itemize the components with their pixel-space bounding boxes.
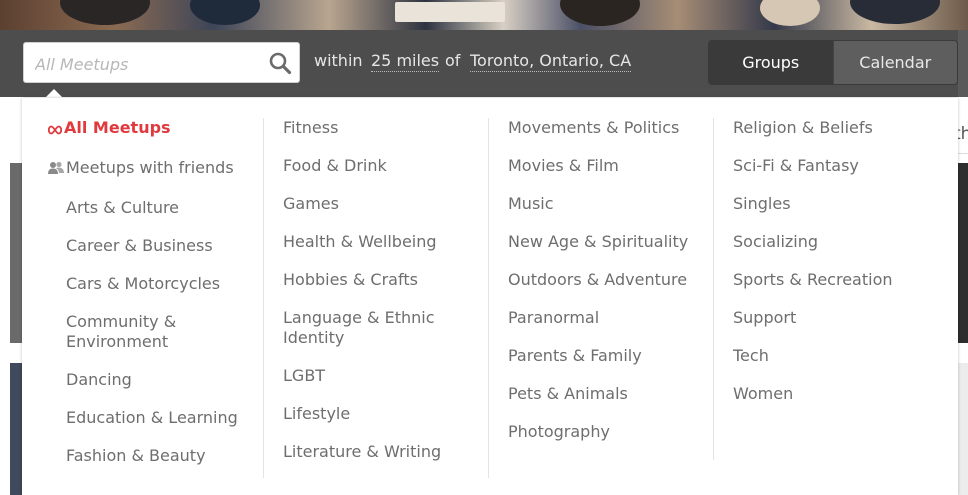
background-card xyxy=(958,163,968,343)
search-box xyxy=(23,42,300,83)
category-column-2: Fitness Food & Drink Games Health & Well… xyxy=(263,118,483,478)
category-column-1: All Meetups Meetups with friends Arts & … xyxy=(47,118,258,484)
category-column-4: Religion & Beliefs Sci-Fi & Fantasy Sing… xyxy=(713,118,933,460)
category-item[interactable]: Music xyxy=(508,194,708,214)
background-divider xyxy=(958,153,968,154)
category-item[interactable]: Paranormal xyxy=(508,308,708,328)
category-item[interactable]: Fashion & Beauty xyxy=(48,446,258,466)
category-item[interactable]: Fitness xyxy=(283,118,483,138)
location-selector[interactable]: Toronto, Ontario, CA xyxy=(470,51,632,72)
category-item[interactable]: Pets & Animals xyxy=(508,384,708,404)
category-label: All Meetups xyxy=(64,118,171,137)
category-item[interactable]: Socializing xyxy=(733,232,933,252)
category-item[interactable]: Career & Business xyxy=(48,236,258,256)
category-item[interactable]: Lifestyle xyxy=(283,404,483,424)
category-item[interactable]: Community & Environment xyxy=(48,312,206,352)
category-item-meetups-with-friends[interactable]: Meetups with friends xyxy=(48,158,258,180)
search-band-edge xyxy=(958,30,968,97)
category-item[interactable]: Education & Learning xyxy=(48,408,258,428)
category-item[interactable]: Literature & Writing xyxy=(283,442,483,462)
category-item[interactable]: Religion & Beliefs xyxy=(733,118,933,138)
distance-selector[interactable]: 25 miles xyxy=(371,51,440,72)
category-item-all-meetups[interactable]: All Meetups xyxy=(47,118,258,140)
category-item[interactable]: Outdoors & Adventure xyxy=(508,270,708,290)
search-input[interactable] xyxy=(33,49,262,79)
category-label: Meetups with friends xyxy=(66,158,234,177)
category-item[interactable]: Women xyxy=(733,384,933,404)
friends-icon xyxy=(48,160,64,180)
category-item[interactable]: Health & Wellbeing xyxy=(283,232,483,252)
category-item[interactable]: New Age & Spirituality xyxy=(508,232,708,252)
calendar-tab[interactable]: Calendar xyxy=(832,41,957,84)
search-icon[interactable] xyxy=(268,51,292,75)
category-item[interactable]: Dancing xyxy=(48,370,258,390)
category-item[interactable]: LGBT xyxy=(283,366,483,386)
background-card xyxy=(10,163,22,343)
infinity-icon xyxy=(47,120,63,140)
category-item[interactable]: Sci-Fi & Fantasy xyxy=(733,156,933,176)
of-label: of xyxy=(445,51,461,70)
category-item[interactable]: Arts & Culture xyxy=(48,198,258,218)
background-card xyxy=(10,363,22,495)
category-item[interactable]: Hobbies & Crafts xyxy=(283,270,483,290)
view-toggle: Groups Calendar xyxy=(708,40,958,85)
category-item[interactable]: Language & Ethnic Identity xyxy=(283,308,448,348)
category-item[interactable]: Cars & Motorcycles xyxy=(48,274,258,294)
category-item[interactable]: Games xyxy=(283,194,483,214)
category-item[interactable]: Food & Drink xyxy=(283,156,483,176)
within-label: within xyxy=(314,51,363,70)
category-dropdown: All Meetups Meetups with friends Arts & … xyxy=(22,98,958,495)
background-card xyxy=(958,363,968,495)
category-item[interactable]: Photography xyxy=(508,422,708,442)
category-item[interactable]: Sports & Recreation xyxy=(733,270,933,290)
category-item[interactable]: Movements & Politics xyxy=(508,118,708,138)
category-item[interactable]: Support xyxy=(733,308,933,328)
category-item[interactable]: Movies & Film xyxy=(508,156,708,176)
category-item[interactable]: Singles xyxy=(733,194,933,214)
groups-tab[interactable]: Groups xyxy=(709,41,833,84)
category-column-3: Movements & Politics Movies & Film Music… xyxy=(488,118,708,478)
category-item[interactable]: Parents & Family xyxy=(508,346,708,366)
category-item[interactable]: Tech xyxy=(733,346,933,366)
hero-photo xyxy=(0,0,968,30)
